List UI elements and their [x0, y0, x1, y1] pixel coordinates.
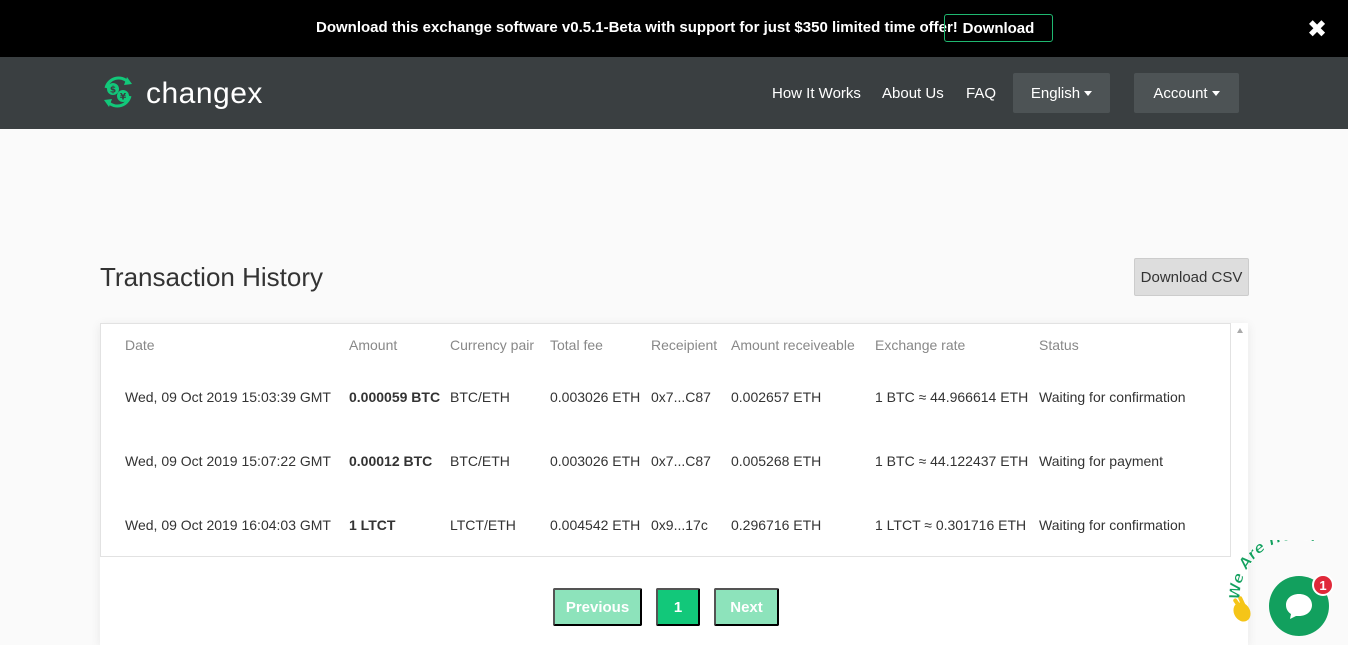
col-header-currency-pair: Currency pair: [450, 337, 535, 353]
svg-text:$: $: [110, 86, 116, 96]
cell-amount-receivable: 0.005268 ETH: [731, 453, 822, 469]
nav-how-it-works[interactable]: How It Works: [772, 85, 861, 102]
navbar: $ ¥ changex How It Works About Us FAQ En…: [0, 57, 1348, 129]
chat-unread-badge: 1: [1312, 574, 1334, 596]
cell-date: Wed, 09 Oct 2019 16:04:03 GMT: [125, 517, 331, 533]
language-label: English: [1030, 84, 1081, 102]
promo-text: Download this exchange software v0.5.1-B…: [316, 19, 958, 36]
col-header-recipient: Receipient: [651, 337, 718, 353]
cell-amount-receivable: 0.002657 ETH: [731, 389, 822, 405]
brand-name[interactable]: changex: [146, 77, 263, 111]
caret-down-icon: [1084, 90, 1093, 96]
cell-exchange-rate: 1 BTC ≈ 44.966614 ETH: [875, 389, 1029, 405]
cell-amount: 0.00012 BTC: [349, 453, 433, 469]
caret-down-icon: [1211, 90, 1220, 96]
col-header-amount-receivable: Amount receiveable: [731, 337, 855, 353]
cell-currency-pair: BTC/ETH: [450, 453, 510, 469]
account-dropdown[interactable]: Account: [1134, 73, 1239, 113]
chat-bubble-icon: [1286, 594, 1312, 619]
pagination-previous-button[interactable]: Previous: [553, 588, 642, 626]
cell-recipient: 0x7...C87: [651, 453, 711, 469]
cell-total-fee: 0.003026 ETH: [550, 453, 641, 469]
cell-total-fee: 0.003026 ETH: [550, 389, 641, 405]
col-header-status: Status: [1039, 337, 1079, 353]
cell-date: Wed, 09 Oct 2019 15:03:39 GMT: [125, 389, 331, 405]
col-header-total-fee: Total fee: [550, 337, 603, 353]
cell-status: Waiting for payment: [1039, 453, 1163, 469]
nav-about-us[interactable]: About Us: [882, 85, 944, 102]
cell-amount: 1 LTCT: [349, 517, 396, 533]
currency-exchange-icon[interactable]: $ ¥: [100, 74, 136, 110]
page-title: Transaction History: [100, 262, 323, 292]
nav-faq[interactable]: FAQ: [966, 85, 996, 102]
close-icon[interactable]: ✖: [1304, 16, 1330, 43]
cell-currency-pair: BTC/ETH: [450, 389, 510, 405]
col-header-date: Date: [125, 337, 155, 353]
cell-date: Wed, 09 Oct 2019 15:07:22 GMT: [125, 453, 331, 469]
cell-status: Waiting for confirmation: [1039, 517, 1186, 533]
col-header-exchange-rate: Exchange rate: [875, 337, 966, 353]
col-header-amount: Amount: [349, 337, 398, 353]
language-dropdown[interactable]: English: [1013, 73, 1110, 113]
svg-text:¥: ¥: [120, 93, 127, 103]
pagination-next-button[interactable]: Next: [714, 588, 779, 626]
cell-exchange-rate: 1 BTC ≈ 44.122437 ETH: [875, 453, 1029, 469]
cell-amount-receivable: 0.296716 ETH: [731, 517, 822, 533]
waving-hand-icon: [1233, 596, 1251, 622]
cell-status: Waiting for confirmation: [1039, 389, 1186, 405]
scroll-up-arrow-icon[interactable]: [1237, 328, 1243, 333]
cell-recipient: 0x9...17c: [651, 517, 708, 533]
download-csv-button[interactable]: Download CSV: [1134, 258, 1249, 296]
promo-banner: Download this exchange software v0.5.1-B…: [0, 0, 1348, 57]
cell-amount: 0.000059 BTC: [349, 389, 441, 405]
cell-total-fee: 0.004542 ETH: [550, 517, 641, 533]
account-label: Account: [1153, 84, 1208, 102]
pagination-page-1[interactable]: 1: [656, 588, 700, 626]
cell-currency-pair: LTCT/ETH: [450, 517, 516, 533]
cell-recipient: 0x7...C87: [651, 389, 711, 405]
promo-download-button[interactable]: Download: [944, 14, 1053, 42]
cell-exchange-rate: 1 LTCT ≈ 0.301716 ETH: [875, 517, 1027, 533]
